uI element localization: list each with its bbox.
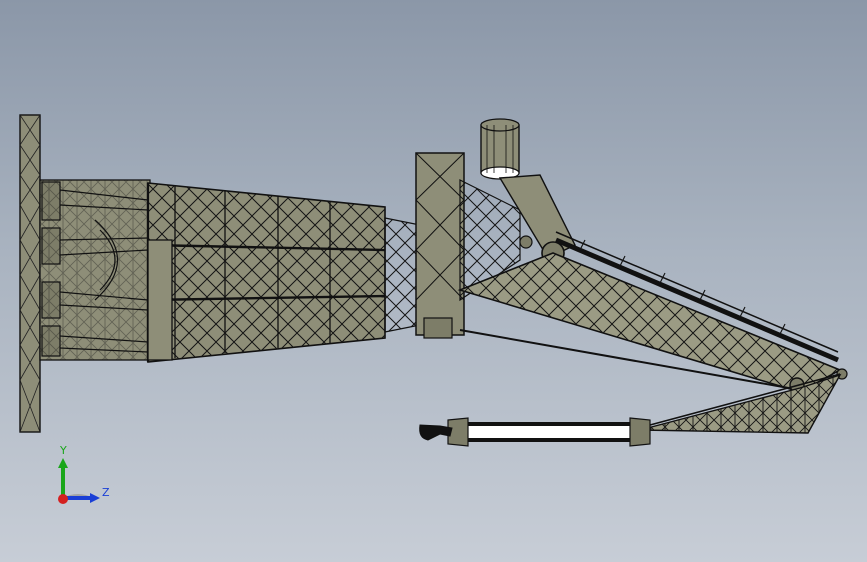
counterweight-drum [480,118,520,180]
orientation-triad: Y Z [40,438,120,518]
triad-axes [58,458,100,504]
tower-section [146,182,386,363]
hook-assembly [419,417,651,447]
graphics-viewport[interactable]: Y Z [0,0,867,562]
anchor-housings [39,179,151,361]
fly-jib [639,373,842,434]
crane-truss-model[interactable] [0,0,867,562]
base-plate [19,114,41,433]
tower-connector [384,217,421,333]
z-axis-label: Z [102,486,110,499]
y-axis-label: Y [60,444,67,457]
